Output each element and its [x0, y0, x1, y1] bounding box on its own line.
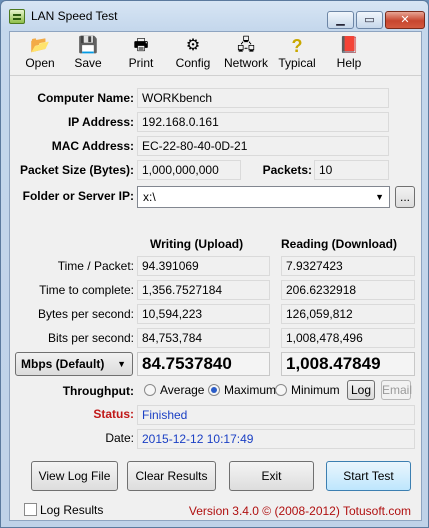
email-button[interactable]: Email — [381, 380, 412, 400]
radio-label: Minimum — [291, 383, 340, 397]
window-title: LAN Speed Test — [31, 9, 118, 23]
toolbar-open-button[interactable]: 📂 Open — [13, 34, 67, 74]
toolbar-typical-button[interactable]: ? Typical — [270, 34, 324, 74]
computer-name-field: WORKbench — [137, 88, 389, 108]
chevron-down-icon[interactable]: ▼ — [375, 192, 384, 202]
radio-icon — [275, 384, 287, 396]
folder-open-icon: 📂 — [30, 37, 50, 54]
start-test-button[interactable]: Start Test — [326, 461, 411, 491]
version-text: Version 3.4.0 © (2008-2012) Totusoft.com — [188, 504, 411, 518]
read-bytes-per-second: 126,059,812 — [281, 304, 415, 324]
mac-address-field: EC-22-80-40-0D-21 — [137, 136, 389, 156]
close-button[interactable]: ✕ — [385, 11, 425, 29]
app-window: LAN Speed Test ▁ ▭ ✕ 📂 Open 💾 Save 🖶 Pri… — [0, 0, 429, 528]
network-icon: 🖧 — [237, 37, 255, 54]
write-mbps: 84.7537840 — [137, 352, 270, 376]
exit-button[interactable]: Exit — [229, 461, 314, 491]
radio-icon — [144, 384, 156, 396]
browse-button[interactable]: ... — [395, 186, 415, 208]
client-area: 📂 Open 💾 Save 🖶 Print ⚙ Config 🖧 Network… — [9, 31, 422, 521]
maximize-button[interactable]: ▭ — [356, 11, 383, 29]
unit-select[interactable]: Mbps (Default) ▼ — [15, 352, 133, 376]
question-icon: ? — [291, 36, 303, 56]
floppy-disk-icon: 💾 — [78, 37, 98, 54]
toolbar-label: Open — [25, 56, 55, 70]
printer-icon: 🖶 — [133, 37, 149, 54]
toolbar-config-button[interactable]: ⚙ Config — [166, 34, 220, 74]
toolbar-label: Print — [128, 56, 154, 70]
write-bytes-per-second: 10,594,223 — [137, 304, 270, 324]
app-icon — [9, 9, 25, 24]
toolbar-help-button[interactable]: 📕 Help — [322, 34, 376, 74]
title-bar[interactable]: LAN Speed Test ▁ ▭ ✕ — [1, 1, 428, 31]
read-time-to-complete: 206.6232918 — [281, 280, 415, 300]
chevron-down-icon: ▼ — [117, 359, 126, 369]
log-button[interactable]: Log — [347, 380, 375, 400]
toolbar-print-button[interactable]: 🖶 Print — [114, 34, 168, 74]
unit-select-value: Mbps (Default) — [21, 357, 105, 371]
folder-server-label: Folder or Server IP: — [22, 189, 134, 203]
help-book-icon: 📕 — [339, 37, 359, 54]
computer-name-label: Computer Name: — [37, 91, 134, 105]
ip-address-label: IP Address: — [67, 115, 134, 129]
main-panel: Computer Name: WORKbench IP Address: 192… — [10, 78, 421, 500]
minimize-button[interactable]: ▁ — [327, 11, 354, 29]
reading-header: Reading (Download) — [281, 237, 397, 251]
toolbar: 📂 Open 💾 Save 🖶 Print ⚙ Config 🖧 Network… — [10, 32, 421, 76]
bytes-per-second-label: Bytes per second: — [37, 307, 134, 321]
toolbar-label: Typical — [278, 56, 316, 70]
radio-selected-icon — [208, 384, 220, 396]
throughput-minimum-radio[interactable]: Minimum — [275, 383, 340, 399]
packet-size-label: Packet Size (Bytes): — [19, 163, 134, 177]
date-label: Date: — [105, 431, 134, 445]
toolbar-label: Config — [175, 56, 211, 70]
toolbar-save-button[interactable]: 💾 Save — [61, 34, 115, 74]
write-bits-per-second: 84,753,784 — [137, 328, 270, 348]
read-time-per-packet: 7.9327423 — [281, 256, 415, 276]
mac-address-label: MAC Address: — [51, 139, 134, 153]
status-label: Status: — [93, 407, 134, 421]
checkbox-icon — [24, 503, 37, 516]
packets-label: Packets: — [262, 163, 312, 177]
toolbar-label: Help — [336, 56, 362, 70]
toolbar-label: Save — [74, 56, 102, 70]
clear-results-button[interactable]: Clear Results — [127, 461, 216, 491]
time-to-complete-label: Time to complete: — [39, 283, 134, 297]
read-mbps: 1,008.47849 — [281, 352, 415, 376]
config-icon: ⚙ — [185, 37, 201, 54]
log-results-checkbox[interactable]: Log Results — [24, 503, 103, 517]
write-time-to-complete: 1,356.7527184 — [137, 280, 270, 300]
throughput-maximum-radio[interactable]: Maximum — [208, 383, 276, 399]
view-log-file-button[interactable]: View Log File — [31, 461, 118, 491]
bits-per-second-label: Bits per second: — [47, 331, 134, 345]
log-results-label: Log Results — [40, 503, 104, 517]
read-bits-per-second: 1,008,478,496 — [281, 328, 415, 348]
time-per-packet-label: Time / Packet: — [57, 259, 134, 273]
ip-address-field: 192.168.0.161 — [137, 112, 389, 132]
footer: Log Results Version 3.4.0 © (2008-2012) … — [10, 500, 421, 522]
close-icon: ✕ — [400, 14, 410, 26]
write-time-per-packet: 94.391069 — [137, 256, 270, 276]
toolbar-network-button[interactable]: 🖧 Network — [217, 34, 275, 74]
toolbar-label: Network — [223, 56, 268, 70]
throughput-average-radio[interactable]: Average — [144, 383, 204, 399]
minimize-icon: ▁ — [336, 14, 345, 26]
folder-server-combo[interactable]: x:\ ▼ — [137, 186, 390, 208]
radio-label: Average — [160, 383, 205, 397]
date-field: 2015-12-12 10:17:49 — [137, 429, 415, 449]
radio-label: Maximum — [224, 383, 277, 397]
throughput-label: Throughput: — [62, 384, 134, 398]
maximize-icon: ▭ — [364, 14, 375, 26]
packets-field[interactable]: 10 — [314, 160, 389, 180]
folder-server-value: x:\ — [143, 190, 156, 204]
packet-size-field[interactable]: 1,000,000,000 — [137, 160, 241, 180]
writing-header: Writing (Upload) — [150, 237, 244, 251]
status-field: Finished — [137, 405, 415, 425]
